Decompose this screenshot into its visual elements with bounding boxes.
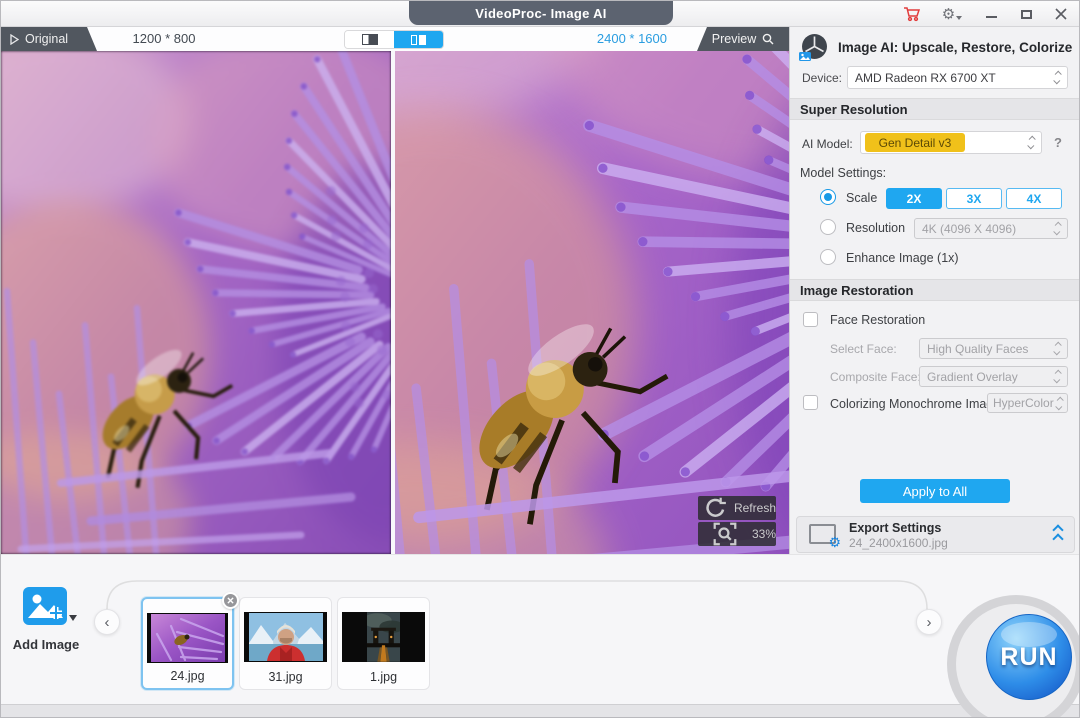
original-tab-label: Original: [25, 32, 69, 46]
ai-model-select[interactable]: Gen Detail v3: [860, 131, 1042, 154]
zoom-level-value: 33%: [751, 527, 776, 541]
original-image-panel: [1, 51, 391, 554]
viewer-toolbar: Original 1200 * 800 2400 * 1600 Preview: [1, 27, 789, 51]
chevron-updown-icon: [1053, 221, 1062, 236]
composite-face-label: Composite Face:: [830, 370, 921, 384]
thumbnail-image: [244, 612, 327, 662]
settings-gear-icon[interactable]: ⚙: [937, 1, 967, 27]
chevron-updown-icon: [1027, 135, 1036, 150]
zoom-icon: [713, 522, 737, 546]
thumbnail-31jpg[interactable]: 31.jpg: [239, 597, 332, 690]
colorize-label: Colorizing Monochrome Image:: [830, 397, 1004, 411]
thumbnail-filename: 1.jpg: [369, 670, 398, 684]
tab-original[interactable]: Original: [1, 27, 97, 51]
thumbnail-image: [342, 612, 425, 662]
zoom-level-button[interactable]: 33%: [698, 522, 776, 546]
device-select[interactable]: AMD Radeon RX 6700 XT: [847, 66, 1068, 89]
resolution-select[interactable]: 4K (4096 X 4096): [914, 218, 1068, 239]
refresh-label: Refresh: [733, 501, 776, 515]
collapse-chevrons-icon[interactable]: [1052, 524, 1064, 545]
thumbnail-filename: 24.jpg: [170, 669, 205, 683]
image-comparison-viewer: Refresh 33%: [1, 51, 789, 554]
colorize-checkbox[interactable]: [803, 395, 818, 410]
export-settings-panel[interactable]: ⚙ Export Settings 24_2400x1600.jpg: [796, 516, 1075, 553]
select-face-value: High Quality Faces: [927, 341, 1029, 356]
preview-button[interactable]: Preview: [697, 27, 789, 51]
colorize-select[interactable]: HyperColor: [987, 393, 1068, 413]
refresh-icon: [706, 497, 726, 517]
section-image-restoration: Image Restoration: [790, 279, 1079, 301]
title-bar: VideoProc- Image AI ⚙: [1, 1, 1079, 27]
resolution-value: 4K (4096 X 4096): [922, 221, 1017, 236]
maximize-button[interactable]: [1011, 1, 1041, 27]
run-button[interactable]: RUN: [986, 614, 1072, 700]
settings-sidebar: Image AI: Upscale, Restore, Colorize Dev…: [789, 27, 1079, 554]
section-super-resolution: Super Resolution: [790, 98, 1079, 120]
single-view-icon: [361, 34, 378, 45]
minimize-button[interactable]: [976, 1, 1006, 27]
device-label: Device:: [802, 71, 843, 85]
face-restoration-checkbox[interactable]: [803, 312, 818, 327]
ai-model-value: Gen Detail v3: [865, 133, 965, 152]
upscaled-image-panel: Refresh 33%: [395, 51, 789, 554]
thumbnail-image: [147, 613, 228, 663]
videoproc-window: VideoProc- Image AI ⚙ Original 1200 * 80…: [0, 0, 1080, 718]
export-settings-icon: ⚙: [809, 524, 841, 549]
face-restoration-label: Face Restoration: [830, 313, 926, 327]
window-title: VideoProc- Image AI: [409, 1, 673, 25]
remove-image-icon[interactable]: [222, 592, 239, 609]
help-icon[interactable]: ?: [1054, 135, 1062, 150]
ai-model-label: AI Model:: [802, 137, 853, 151]
scroll-left-button[interactable]: ‹: [94, 609, 120, 635]
thumbnail-filename: 31.jpg: [268, 670, 303, 684]
thumbnail-24jpg[interactable]: 24.jpg: [141, 592, 239, 690]
chevron-updown-icon: [1053, 70, 1062, 85]
view-mode-toggle: [344, 30, 444, 49]
preview-button-label: Preview: [711, 32, 757, 46]
original-dimensions: 1200 * 800: [132, 31, 196, 46]
export-filename: 24_2400x1600.jpg: [849, 536, 948, 550]
model-settings-label: Model Settings:: [800, 166, 887, 180]
image-list-footer: Add Image ‹ 24.jpg 31.jpg 1.jpg › RUN: [1, 554, 1079, 717]
scale-3x-button[interactable]: 3X: [946, 188, 1002, 209]
add-image-dropdown-caret[interactable]: [69, 615, 77, 621]
export-settings-title: Export Settings: [849, 521, 942, 535]
resolution-label: Resolution: [846, 221, 906, 235]
colorize-value: HyperColor: [993, 396, 1054, 410]
single-view-toggle[interactable]: [345, 31, 394, 48]
scroll-right-button[interactable]: ›: [916, 609, 942, 635]
enhance-radio[interactable]: [820, 249, 836, 265]
bottom-strip: [1, 704, 1079, 717]
select-face-select[interactable]: High Quality Faces: [919, 338, 1068, 359]
device-value: AMD Radeon RX 6700 XT: [855, 70, 996, 85]
cart-icon[interactable]: [897, 1, 927, 27]
composite-face-value: Gradient Overlay: [927, 369, 1018, 384]
composite-face-select[interactable]: Gradient Overlay: [919, 366, 1068, 387]
scale-radio[interactable]: [820, 189, 836, 205]
chevron-updown-icon: [1055, 396, 1064, 410]
sidebar-title: Image AI: Upscale, Restore, Colorize: [838, 40, 1073, 55]
scale-label: Scale: [846, 191, 878, 205]
select-face-label: Select Face:: [830, 342, 897, 356]
add-image-label: Add Image: [12, 637, 80, 652]
scale-4x-button[interactable]: 4X: [1006, 188, 1062, 209]
play-outline-icon: [10, 33, 19, 45]
upscaled-dimensions: 2400 * 1600: [596, 31, 667, 46]
magnifier-icon: [762, 33, 774, 45]
split-view-icon: [411, 34, 417, 45]
thumbnail-strip: 24.jpg 31.jpg 1.jpg: [141, 592, 430, 690]
scale-2x-button[interactable]: 2X: [886, 188, 942, 209]
image-ai-logo-icon: [799, 34, 827, 61]
thumbnail-1jpg[interactable]: 1.jpg: [337, 597, 430, 690]
split-view-toggle[interactable]: [394, 31, 443, 48]
resolution-radio[interactable]: [820, 219, 836, 235]
chevron-updown-icon: [1053, 369, 1062, 384]
enhance-label: Enhance Image (1x): [846, 251, 959, 265]
chevron-updown-icon: [1053, 341, 1062, 356]
refresh-button[interactable]: Refresh: [698, 496, 776, 520]
apply-to-all-button[interactable]: Apply to All: [860, 479, 1010, 503]
add-image-button[interactable]: [23, 587, 67, 625]
close-button[interactable]: [1046, 1, 1076, 27]
